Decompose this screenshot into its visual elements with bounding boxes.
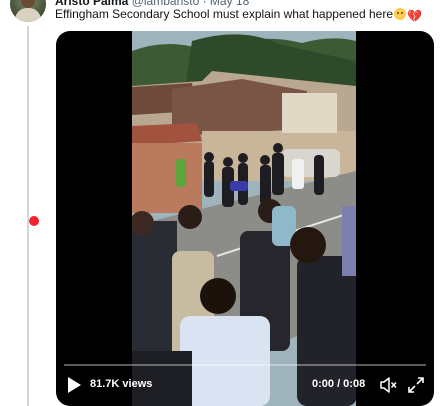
thread-indicator-dot: [29, 216, 39, 226]
video-player[interactable]: 81.7K views 0:00 / 0:08: [56, 31, 434, 406]
broken-heart-emoji: 💔: [407, 9, 422, 23]
sad-face-emoji: [394, 8, 406, 20]
play-icon[interactable]: [66, 376, 82, 394]
avatar-body: [15, 8, 41, 22]
video-controls: 81.7K views 0:00 / 0:08: [56, 362, 434, 406]
video-time: 0:00 / 0:08: [312, 378, 366, 390]
mute-icon[interactable]: [379, 376, 397, 394]
view-count: 81.7K views: [90, 378, 153, 390]
avatar-face: [21, 0, 35, 8]
tweet-text-content: Effingham Secondary School must explain …: [55, 7, 393, 21]
video-frame: [132, 31, 356, 406]
tweet-text: Effingham Secondary School must explain …: [55, 7, 435, 22]
video-progress-bar[interactable]: [64, 364, 426, 366]
author-avatar[interactable]: [10, 0, 46, 22]
thread-line: [27, 26, 29, 406]
fullscreen-icon[interactable]: [407, 376, 425, 394]
